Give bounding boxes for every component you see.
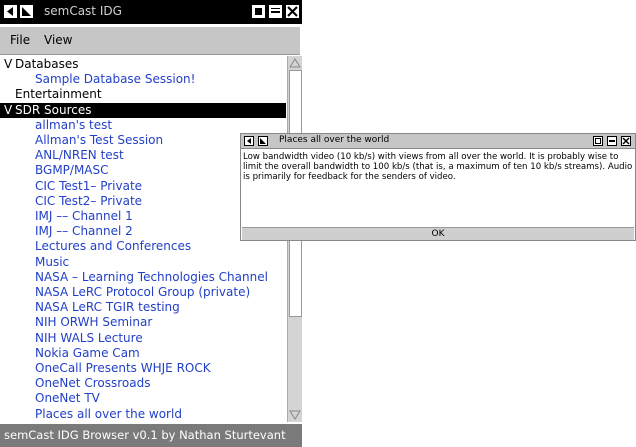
sticky-icon[interactable] — [20, 5, 33, 18]
tree-group-label: Entertainment — [15, 87, 102, 102]
expand-marker-icon[interactable]: V — [0, 103, 15, 118]
window-menu-icon[interactable] — [4, 5, 17, 18]
tree-item[interactable]: BGMP/MASC — [35, 163, 109, 178]
tree-item[interactable]: IMJ –– Channel 1 — [35, 209, 133, 224]
tree-item[interactable]: NASA LeRC Protocol Group (private) — [35, 285, 250, 300]
iconify-icon[interactable] — [252, 5, 265, 18]
tree-item[interactable]: Sample Database Session! — [35, 72, 195, 87]
tree-group[interactable]: Entertainment — [0, 87, 102, 102]
tree-item[interactable]: allman's test — [35, 118, 112, 133]
tree-group[interactable]: V SDR Sources — [0, 102, 286, 118]
close-icon[interactable] — [621, 136, 631, 146]
maximize-icon[interactable] — [269, 5, 282, 18]
dialog-description: Low bandwidth video (10 kb/s) with views… — [243, 152, 633, 182]
tree-item[interactable]: OneNet Crossroads — [35, 376, 150, 391]
tree-item[interactable]: NIH ORWH Seminar — [35, 315, 152, 330]
tree-item[interactable]: ANL/NREN test — [35, 148, 124, 163]
tree-item[interactable]: Lectures and Conferences — [35, 239, 191, 254]
menu-view[interactable]: View — [44, 33, 72, 47]
ok-button[interactable]: OK — [242, 227, 634, 240]
sticky-icon[interactable] — [258, 136, 268, 146]
tree-item[interactable]: Allman's Test Session — [35, 133, 163, 148]
tree-item[interactable]: NASA – Learning Technologies Channel — [35, 270, 268, 285]
status-bar: semCast IDG Browser v0.1 by Nathan Sturt… — [0, 424, 302, 447]
tree-group-label: Databases — [15, 57, 79, 71]
tree-group[interactable]: V Databases — [0, 57, 79, 72]
dialog-title: Places all over the world — [279, 135, 390, 145]
tree-item[interactable]: Music — [35, 255, 69, 270]
close-icon[interactable] — [286, 5, 299, 18]
maximize-icon[interactable] — [607, 136, 617, 146]
tree-item[interactable]: IMJ –– Channel 2 — [35, 224, 133, 239]
tree-item[interactable]: Nokia Game Cam — [35, 346, 140, 361]
main-titlebar[interactable]: semCast IDG — [0, 0, 302, 24]
scroll-down-arrow-icon[interactable] — [289, 409, 301, 421]
tree-item[interactable]: NIH WALS Lecture — [35, 331, 143, 346]
window-menu-icon[interactable] — [244, 136, 254, 146]
expand-marker-icon[interactable]: V — [0, 57, 15, 72]
iconify-icon[interactable] — [593, 136, 603, 146]
scroll-up-arrow-icon[interactable] — [289, 57, 301, 69]
tree-item[interactable]: OneNet TV — [35, 391, 100, 406]
menubar: File View — [0, 27, 300, 55]
tree-item[interactable]: Places all over the world — [35, 407, 182, 422]
session-info-dialog: Places all over the world Low bandwidth … — [240, 133, 636, 241]
dialog-titlebar[interactable]: Places all over the world — [241, 134, 635, 149]
tree-item[interactable]: OneCall Presents WHJE ROCK — [35, 361, 211, 376]
tree-item[interactable]: CIC Test1– Private — [35, 179, 142, 194]
tree-item[interactable]: NASA LeRC TGIR testing — [35, 300, 180, 315]
menu-file[interactable]: File — [10, 33, 30, 47]
tree-item[interactable]: CIC Test2– Private — [35, 194, 142, 209]
tree-group-label: SDR Sources — [15, 102, 92, 117]
window-title: semCast IDG — [44, 4, 122, 18]
